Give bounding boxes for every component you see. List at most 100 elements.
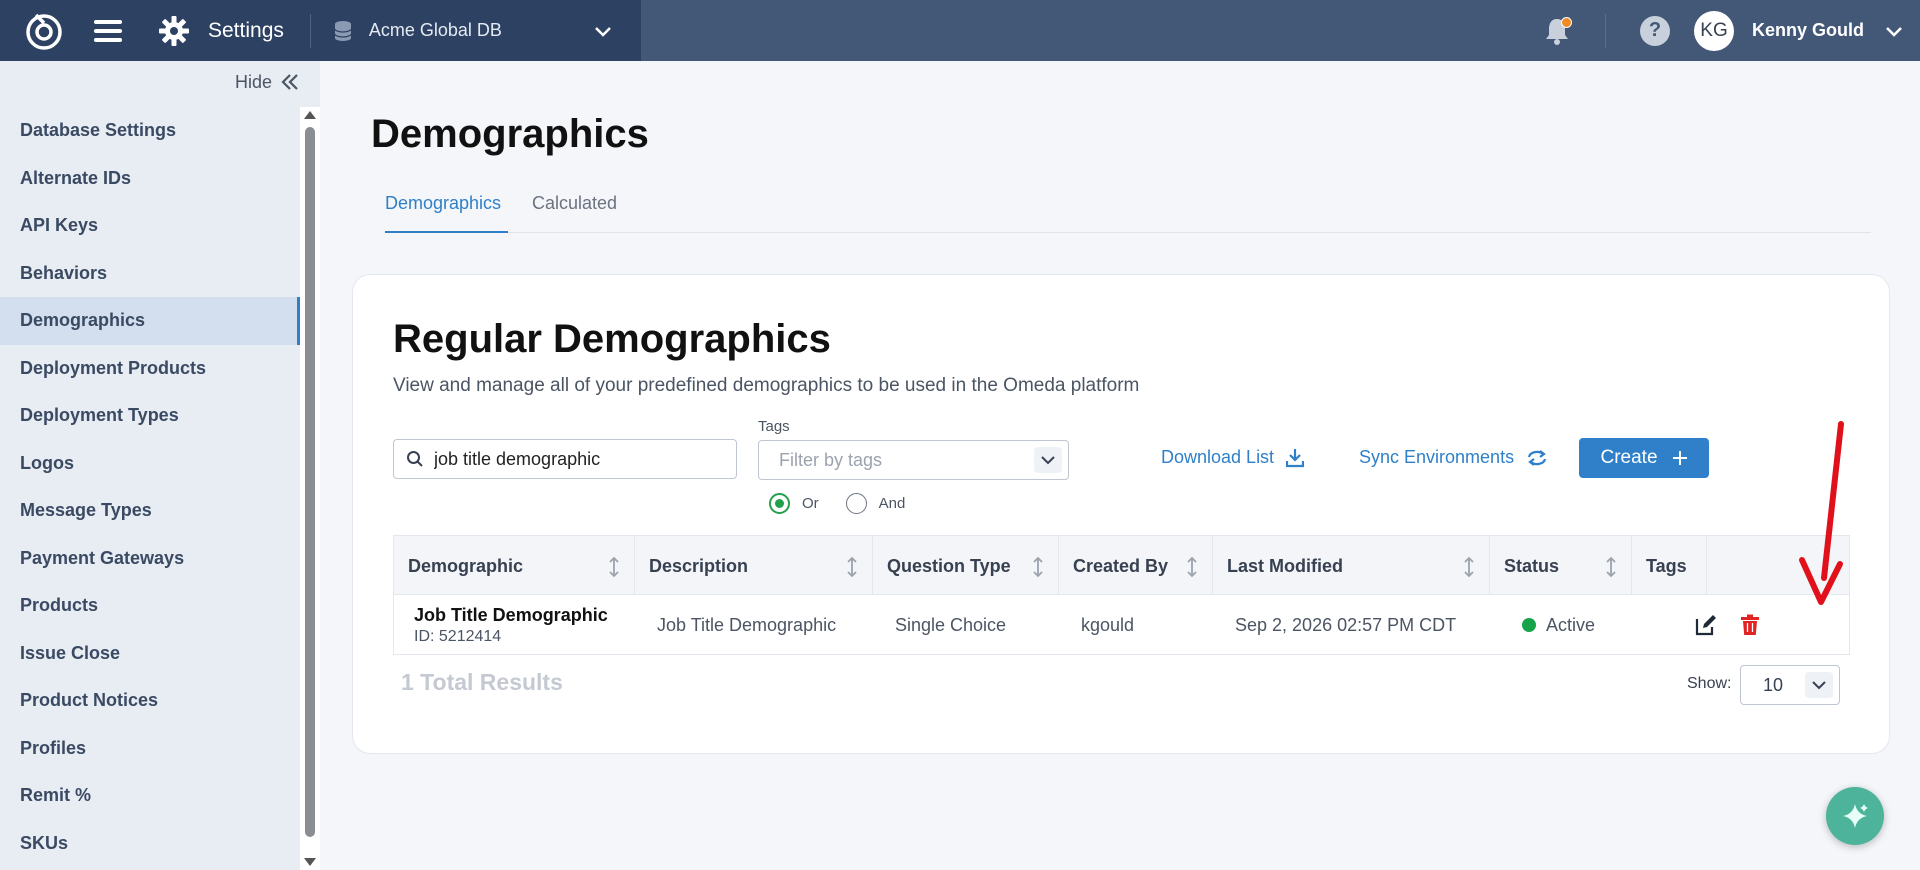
column-label: Status [1504, 555, 1560, 576]
card-subtitle: View and manage all of your predefined d… [393, 375, 1140, 396]
scroll-down-arrow[interactable] [304, 858, 316, 866]
sidebar-item-message-types[interactable]: Message Types [0, 487, 300, 535]
avatar[interactable]: KG [1694, 10, 1734, 51]
table-row: Job Title Demographic ID: 5212414 Job Ti… [393, 595, 1850, 655]
tags-filter-select[interactable]: Filter by tags [758, 440, 1069, 480]
tab-calculated[interactable]: Calculated [532, 190, 642, 233]
sort-icon[interactable] [846, 556, 858, 578]
table-header: Demographic Description Question Type Cr… [393, 535, 1850, 596]
sidebar-item-database-settings[interactable]: Database Settings [0, 107, 300, 155]
sidebar-scrollbar[interactable] [300, 107, 320, 870]
divider [1605, 13, 1606, 48]
radio-or[interactable] [769, 493, 790, 514]
sidebar-nav: Database Settings Alternate IDs API Keys Be… [0, 107, 300, 867]
double-chevron-left-icon [281, 74, 298, 90]
topbar-right-section: ? KG Kenny Gould [1541, 0, 1920, 61]
sidebar-item-product-notices[interactable]: Product Notices [0, 677, 300, 725]
demographic-id: ID: 5212414 [414, 627, 502, 645]
trash-icon[interactable] [1738, 613, 1762, 637]
sidebar-item-remit[interactable]: Remit % [0, 772, 300, 820]
sync-label: Sync Environments [1359, 447, 1515, 467]
search-box [393, 439, 737, 479]
sidebar-item-alternate-ids[interactable]: Alternate IDs [0, 155, 300, 203]
topbar-left-section: Settings Acme Global DB [0, 0, 641, 61]
sidebar-item-skus[interactable]: SKUs [0, 820, 300, 868]
status-badge: Active [1546, 614, 1596, 635]
chevron-down-icon[interactable] [1034, 447, 1062, 473]
column-label: Tags [1646, 555, 1687, 576]
omeda-logo-icon[interactable] [24, 11, 64, 51]
notifications-button[interactable] [1541, 15, 1573, 47]
sync-icon [1527, 449, 1547, 466]
card-title: Regular Demographics [393, 317, 831, 361]
tab-demographics[interactable]: Demographics [385, 190, 508, 233]
sync-environments-button[interactable]: Sync Environments [1359, 447, 1548, 468]
sidebar-item-payment-gateways[interactable]: Payment Gateways [0, 535, 300, 583]
column-header-tags: Tags [1632, 536, 1707, 596]
search-input[interactable] [434, 448, 724, 470]
sort-icon[interactable] [1032, 556, 1044, 578]
sidebar-item-profiles[interactable]: Profiles [0, 725, 300, 773]
hamburger-icon[interactable] [94, 19, 122, 42]
tags-placeholder: Filter by tags [779, 449, 883, 470]
created-by-cell: kgould [1081, 614, 1135, 635]
sort-icon[interactable] [1463, 556, 1475, 578]
download-icon [1286, 448, 1305, 467]
column-header-created-by[interactable]: Created By [1059, 536, 1213, 596]
sidebar-item-demographics[interactable]: Demographics [0, 297, 300, 345]
column-header-demographic[interactable]: Demographic [394, 536, 635, 596]
demographics-table: Demographic Description Question Type Cr… [393, 535, 1850, 655]
edit-icon[interactable] [1694, 613, 1718, 637]
app-title: Settings [208, 18, 284, 42]
scroll-up-arrow[interactable] [304, 111, 316, 119]
help-icon[interactable]: ? [1640, 15, 1670, 46]
column-header-status[interactable]: Status [1490, 536, 1632, 596]
database-icon [334, 20, 352, 41]
create-button[interactable]: Create [1579, 438, 1709, 478]
database-selector[interactable]: Acme Global DB [369, 20, 502, 41]
gear-icon[interactable] [158, 15, 190, 47]
page-size-value: 10 [1763, 674, 1784, 695]
create-label: Create [1600, 447, 1658, 468]
chevron-down-icon[interactable] [593, 21, 613, 41]
chevron-down-icon[interactable] [1805, 672, 1833, 698]
hide-sidebar-button[interactable]: Hide [0, 61, 320, 103]
user-name[interactable]: Kenny Gould [1752, 20, 1864, 41]
last-modified-cell: Sep 2, 2026 02:57 PM CDT [1235, 614, 1457, 635]
sparkle-icon [1843, 804, 1868, 828]
column-label: Created By [1073, 555, 1169, 576]
ai-assistant-button[interactable] [1826, 787, 1884, 845]
column-label: Question Type [887, 555, 1011, 576]
column-label: Demographic [408, 555, 524, 576]
sidebar-item-logos[interactable]: Logos [0, 440, 300, 488]
download-list-button[interactable]: Download List [1161, 447, 1305, 468]
sidebar-item-deployment-types[interactable]: Deployment Types [0, 392, 300, 440]
sidebar-item-deployment-products[interactable]: Deployment Products [0, 345, 300, 393]
sort-icon[interactable] [1186, 556, 1198, 578]
demographic-name[interactable]: Job Title Demographic [414, 605, 608, 626]
download-label: Download List [1161, 447, 1275, 467]
sort-icon[interactable] [1605, 556, 1617, 578]
search-icon [407, 451, 423, 467]
sidebar-item-products[interactable]: Products [0, 582, 300, 630]
page-title: Demographics [371, 112, 649, 156]
column-header-description[interactable]: Description [635, 536, 873, 596]
sidebar-item-issue-close[interactable]: Issue Close [0, 630, 300, 678]
sidebar-item-behaviors[interactable]: Behaviors [0, 250, 300, 298]
column-header-last-modified[interactable]: Last Modified [1213, 536, 1490, 596]
plus-icon [1672, 451, 1687, 465]
radio-or-label: Or [802, 495, 819, 512]
scroll-thumb[interactable] [305, 127, 315, 837]
tag-logic-radio-group: Or And [769, 493, 905, 514]
status-cell: Active [1522, 595, 1595, 655]
radio-and[interactable] [845, 493, 867, 514]
page-size-select[interactable]: 10 [1740, 665, 1840, 705]
sidebar-item-api-keys[interactable]: API Keys [0, 202, 300, 250]
top-bar: Settings Acme Global DB ? KG Kenny Gould [0, 0, 1920, 61]
hide-label: Hide [234, 71, 272, 92]
chevron-down-icon[interactable] [1884, 21, 1904, 41]
sort-icon[interactable] [608, 556, 620, 578]
divider [309, 13, 311, 48]
column-header-question-type[interactable]: Question Type [873, 536, 1059, 596]
notification-dot [1561, 16, 1572, 28]
